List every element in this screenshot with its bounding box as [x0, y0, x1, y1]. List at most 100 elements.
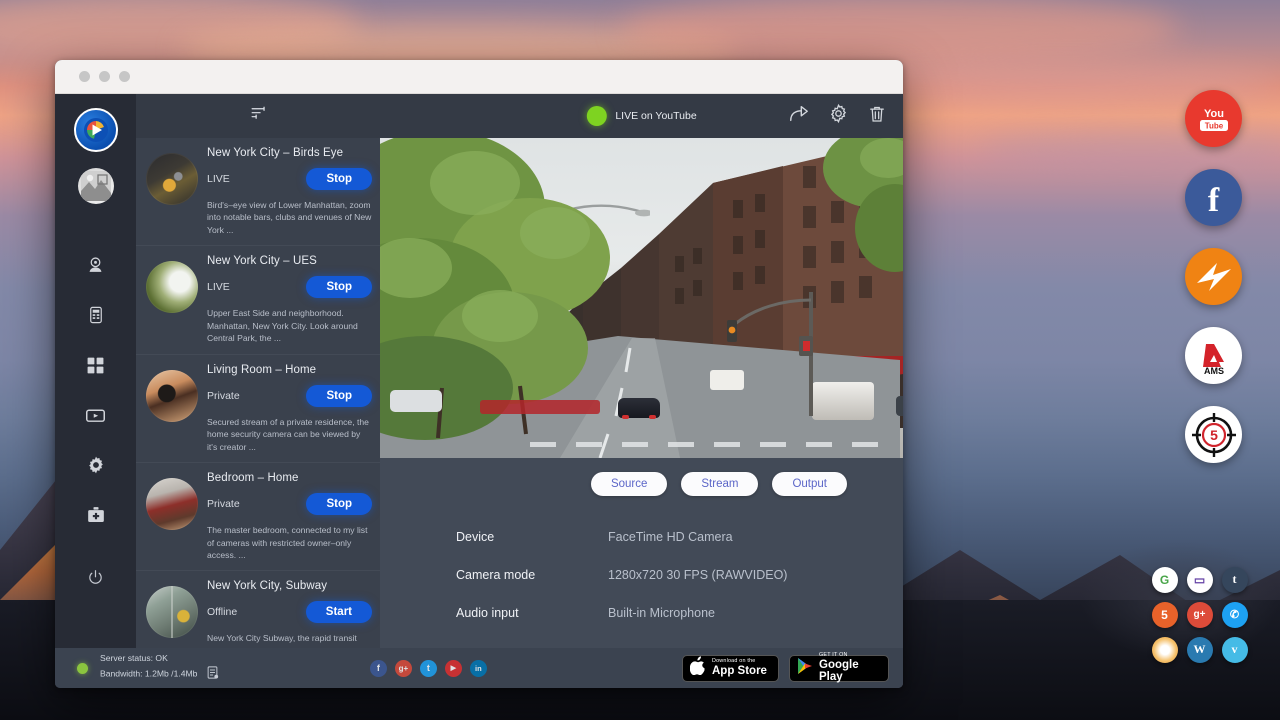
svg-text:You: You — [1204, 108, 1224, 120]
twitter-icon[interactable]: t — [420, 660, 437, 677]
app-logo-icon[interactable] — [74, 108, 118, 152]
list-item[interactable]: New York City – Birds Eye LIVE Stop Bird… — [136, 138, 380, 246]
info-label: Camera mode — [456, 568, 608, 582]
window-maximize-button[interactable] — [119, 71, 130, 82]
g-app-icon[interactable]: G — [1152, 567, 1178, 593]
linkedin-icon[interactable]: in — [470, 660, 487, 677]
sidebar-item-power[interactable] — [55, 552, 136, 602]
tab-source[interactable]: Source — [591, 472, 667, 496]
stream-status: Private — [207, 390, 240, 402]
desktop-wallpaper: New York City – Birds Eye LIVE Stop Bird… — [0, 0, 1280, 720]
video-preview[interactable] — [380, 138, 903, 458]
main-toolbar: LIVE on YouTube — [380, 94, 903, 138]
svg-text:5: 5 — [1210, 427, 1218, 443]
settings-tabs: Source Stream Output — [380, 458, 903, 496]
list-item[interactable]: Living Room – Home Private Stop Secured … — [136, 355, 380, 463]
info-value[interactable]: Built-in Microphone — [608, 606, 715, 620]
sort-filter-icon[interactable] — [249, 104, 268, 128]
sidebar-item-add-source[interactable] — [55, 490, 136, 540]
stream-list-panel: New York City – Birds Eye LIVE Stop Bird… — [136, 94, 380, 688]
footer-social-links: f g+ t ▶ in — [370, 660, 487, 677]
stream-action-button[interactable]: Start — [306, 601, 372, 623]
stream-thumbnail — [146, 153, 198, 205]
tumblr-icon[interactable]: t — [1222, 567, 1248, 593]
stream-thumbnail — [146, 370, 198, 422]
app-store-button[interactable]: Download on the App Store — [682, 655, 779, 682]
twitch-icon[interactable]: ▭ — [1187, 567, 1213, 593]
apple-icon — [690, 656, 706, 680]
stream-action-button[interactable]: Stop — [306, 168, 372, 190]
share-icon[interactable] — [788, 103, 810, 130]
list-toolbar — [136, 94, 380, 138]
sidebar-rail — [55, 94, 136, 688]
list-item[interactable]: Bedroom – Home Private Stop The master b… — [136, 463, 380, 571]
sidebar-item-device[interactable] — [55, 290, 136, 340]
google-play-button[interactable]: GET IT ON Google Play — [789, 655, 889, 682]
twitter-icon[interactable]: ✆ — [1222, 602, 1248, 628]
desktop-dock-grid: G ▭ t 5 g+ ✆ ● W v — [1147, 562, 1252, 667]
gear-icon[interactable] — [828, 103, 849, 129]
wowza-shortcut-icon[interactable] — [1185, 248, 1242, 305]
stream-status: LIVE — [207, 281, 230, 293]
stream-action-button[interactable]: Stop — [306, 276, 372, 298]
app-window: New York City – Birds Eye LIVE Stop Bird… — [55, 60, 903, 688]
main-panel: LIVE on YouTube — [380, 94, 903, 688]
svg-text:AMS: AMS — [1204, 366, 1224, 376]
log-document-icon[interactable] — [205, 672, 220, 682]
info-row-device: Device FaceTime HD Camera — [456, 530, 903, 544]
stream-description: Bird's–eye view of Lower Manhattan, zoom… — [207, 199, 372, 236]
window-close-button[interactable] — [79, 71, 90, 82]
avatar[interactable] — [78, 168, 114, 204]
stream-description: Secured stream of a private residence, t… — [207, 416, 372, 453]
stream-action-button[interactable]: Stop — [306, 493, 372, 515]
stream-title: New York City – UES — [207, 255, 372, 267]
stream-action-button[interactable]: Stop — [306, 385, 372, 407]
google-plus-icon[interactable]: g+ — [395, 660, 412, 677]
stream-title: Bedroom – Home — [207, 472, 372, 484]
desktop-dock-right: You Tube f AMS — [1185, 90, 1242, 485]
svg-text:Tube: Tube — [1204, 121, 1223, 130]
youtube-icon[interactable]: ▶ — [445, 660, 462, 677]
tab-output[interactable]: Output — [772, 472, 847, 496]
vimeo-icon[interactable]: v — [1222, 637, 1248, 663]
live-status-label: LIVE on YouTube — [615, 110, 696, 122]
sidebar-item-screen[interactable] — [55, 390, 136, 440]
stream-title: New York City – Birds Eye — [207, 147, 372, 159]
stream-title: New York City, Subway — [207, 580, 372, 592]
stream-status: LIVE — [207, 173, 230, 185]
trash-icon[interactable] — [867, 104, 887, 129]
car-light — [649, 415, 656, 419]
parked-car — [390, 390, 442, 412]
google-plus-icon[interactable]: g+ — [1187, 602, 1213, 628]
stream-thumbnail — [146, 586, 198, 638]
window-titlebar — [55, 60, 903, 94]
server-status-dot — [77, 663, 88, 674]
facebook-icon[interactable]: f — [370, 660, 387, 677]
info-value[interactable]: FaceTime HD Camera — [608, 530, 733, 544]
info-value[interactable]: 1280x720 30 FPS (RAWVIDEO) — [608, 568, 787, 582]
stream-description: Upper East Side and neighborhood. Manhat… — [207, 307, 372, 344]
livestream-shortcut-icon[interactable]: 5 — [1185, 406, 1242, 463]
tab-stream[interactable]: Stream — [681, 472, 758, 496]
status-text: Server status: OK Bandwidth: 1.2Mb /1.4M… — [100, 652, 220, 684]
adobe-ams-shortcut-icon[interactable]: AMS — [1185, 327, 1242, 384]
google-play-big-label: Google Play — [819, 659, 881, 683]
stream-thumbnail — [146, 261, 198, 313]
sidebar-item-settings[interactable] — [55, 440, 136, 490]
sidebar-item-apps[interactable] — [55, 340, 136, 390]
livestream-icon[interactable]: 5 — [1152, 602, 1178, 628]
wordpress-icon[interactable]: W — [1187, 637, 1213, 663]
window-minimize-button[interactable] — [99, 71, 110, 82]
youtube-shortcut-icon[interactable]: You Tube — [1185, 90, 1242, 147]
list-item[interactable]: New York City – UES LIVE Stop Upper East… — [136, 246, 380, 354]
source-info-table: Device FaceTime HD Camera Camera mode 12… — [380, 496, 903, 644]
traffic-signal — [711, 286, 831, 416]
sidebar-item-webcam[interactable] — [55, 240, 136, 290]
stream-status: Offline — [207, 606, 237, 618]
trees-right — [783, 138, 903, 288]
stream-description: The master bedroom, connected to my list… — [207, 524, 372, 561]
facebook-shortcut-icon[interactable]: f — [1185, 169, 1242, 226]
status-footer: Server status: OK Bandwidth: 1.2Mb /1.4M… — [55, 648, 903, 688]
flickr-icon[interactable]: ● — [1152, 637, 1178, 663]
stream-card-list: New York City – Birds Eye LIVE Stop Bird… — [136, 138, 380, 688]
